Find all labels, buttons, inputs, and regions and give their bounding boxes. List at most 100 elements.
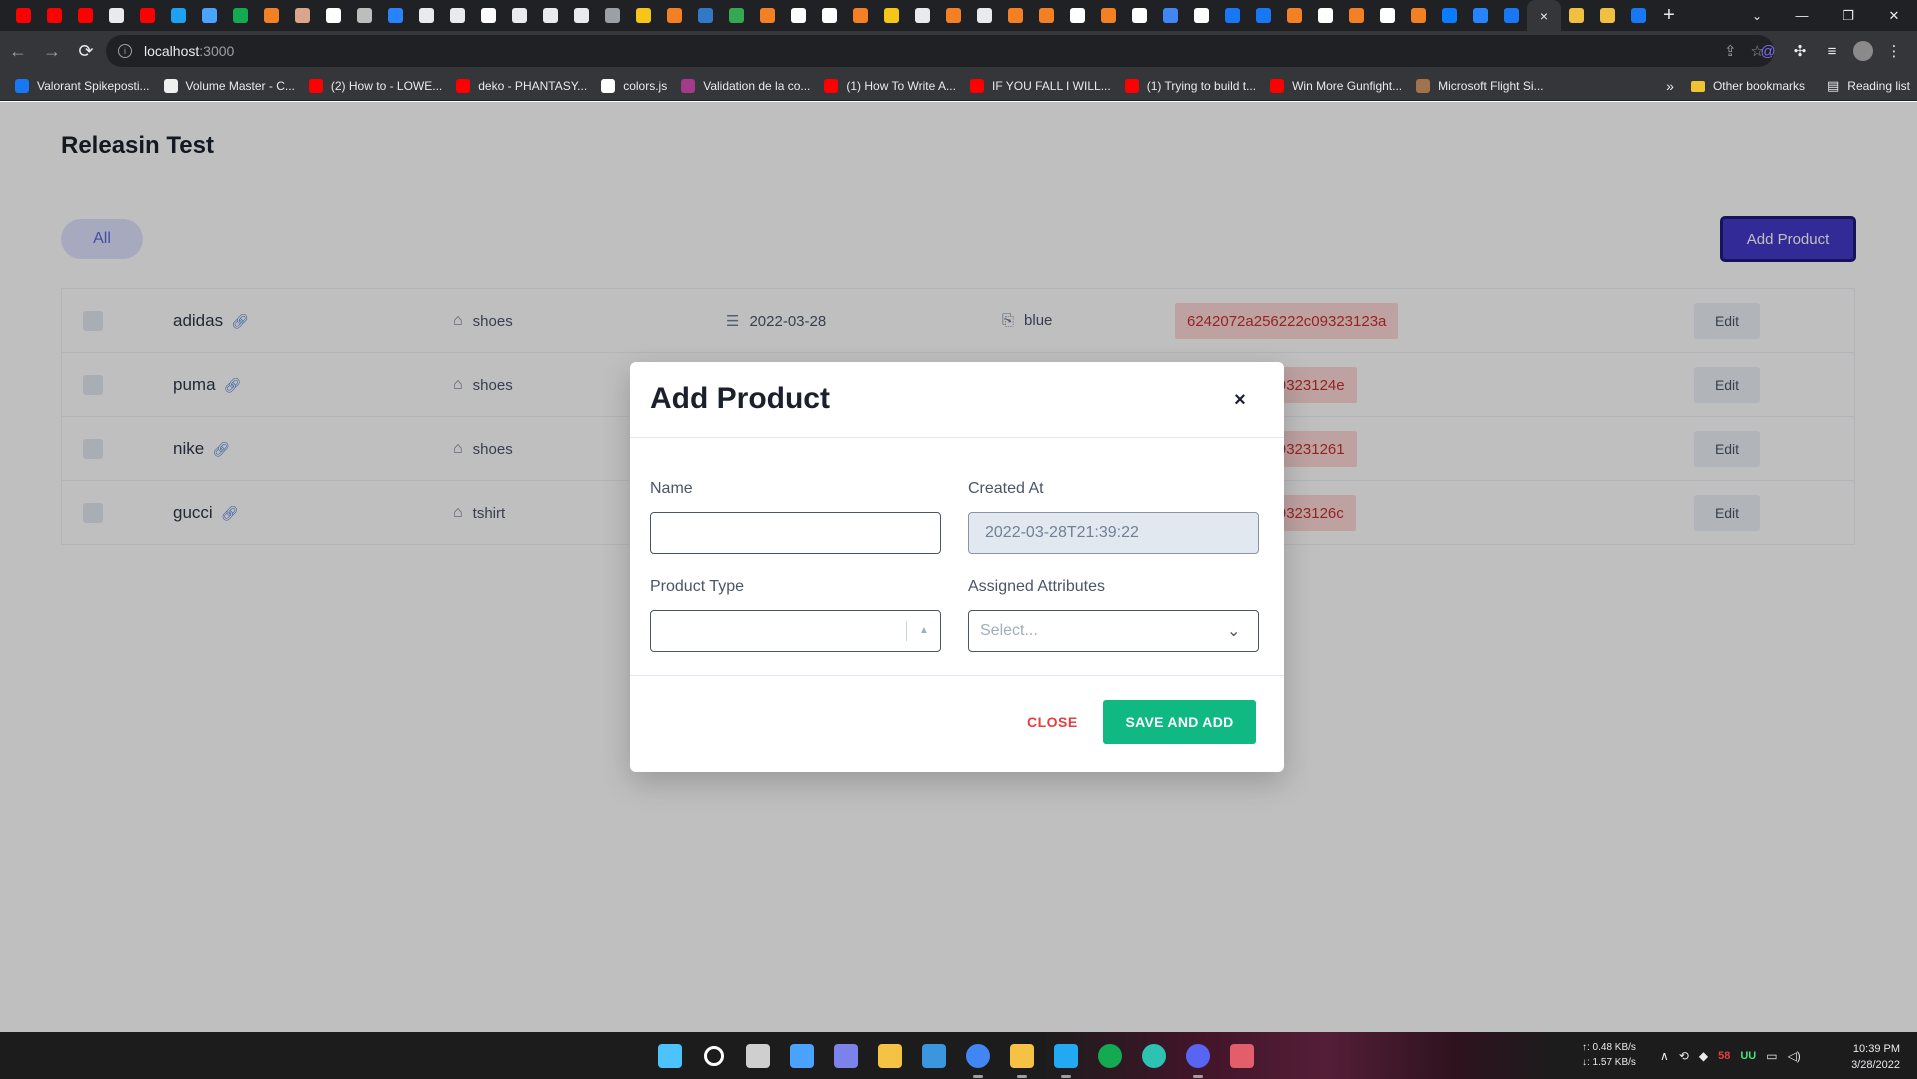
save-and-add-button[interactable]: SAVE AND ADD [1103, 700, 1256, 744]
bookmark-item[interactable]: (2) How to - LOWE... [302, 73, 449, 99]
address-bar[interactable]: i localhost:3000 ⇪ ☆ [106, 35, 1774, 67]
tab[interactable] [1031, 0, 1062, 31]
sync-icon[interactable]: ⟲ [1679, 1049, 1689, 1063]
tab[interactable] [690, 0, 721, 31]
tab[interactable] [442, 0, 473, 31]
browser-menu-icon[interactable]: ⋮ [1883, 40, 1905, 62]
minimize-button[interactable]: — [1779, 0, 1825, 31]
bookmark-item[interactable]: colors.js [594, 73, 674, 99]
tab[interactable] [163, 0, 194, 31]
tab[interactable] [566, 0, 597, 31]
assigned-attributes-select[interactable]: Select... ⌄ [968, 610, 1259, 652]
tab[interactable] [969, 0, 1000, 31]
tray-red-badge[interactable]: 58 [1718, 1050, 1730, 1062]
tab[interactable] [1434, 0, 1465, 31]
bookmark-item[interactable]: Microsoft Flight Si... [1409, 73, 1550, 99]
taskbar-app[interactable] [787, 1041, 817, 1071]
tab[interactable] [752, 0, 783, 31]
tab[interactable] [318, 0, 349, 31]
tab[interactable] [8, 0, 39, 31]
tab[interactable] [1310, 0, 1341, 31]
tab[interactable] [132, 0, 163, 31]
tab[interactable] [1561, 0, 1592, 31]
share-icon[interactable]: ⇪ [1724, 42, 1737, 60]
site-info-icon[interactable]: i [118, 44, 132, 58]
tab[interactable] [1372, 0, 1403, 31]
taskbar-app[interactable] [831, 1041, 861, 1071]
forward-button[interactable]: → [36, 35, 68, 67]
volume-icon[interactable]: ◁) [1788, 1049, 1801, 1063]
taskbar-app[interactable] [1183, 1041, 1213, 1078]
gamepad-icon[interactable]: ◆ [1699, 1049, 1708, 1063]
tab[interactable] [721, 0, 752, 31]
tab[interactable] [1496, 0, 1527, 31]
system-clock[interactable]: 10:39 PM 3/28/2022 [1840, 1041, 1900, 1073]
network-icon[interactable]: ▭ [1766, 1049, 1777, 1063]
taskbar-app[interactable] [919, 1041, 949, 1071]
taskbar-app[interactable] [699, 1041, 729, 1071]
taskbar-app[interactable] [655, 1041, 685, 1071]
taskbar-app[interactable] [1227, 1041, 1257, 1071]
tab[interactable] [504, 0, 535, 31]
close-tab-icon[interactable]: × [1540, 8, 1548, 24]
tab[interactable] [845, 0, 876, 31]
reading-list-button[interactable]: ▤ Reading list [1820, 73, 1917, 99]
tab[interactable] [1403, 0, 1434, 31]
tab[interactable] [907, 0, 938, 31]
tab[interactable] [101, 0, 132, 31]
tab[interactable] [287, 0, 318, 31]
tab[interactable] [659, 0, 690, 31]
tab[interactable] [473, 0, 504, 31]
bookmark-item[interactable]: Volume Master - C... [157, 73, 302, 99]
tab[interactable] [1093, 0, 1124, 31]
tab[interactable] [1217, 0, 1248, 31]
active-tab[interactable]: × [1527, 0, 1561, 31]
taskbar-app[interactable] [1007, 1041, 1037, 1078]
tab[interactable] [1062, 0, 1093, 31]
extensions-puzzle-icon[interactable]: ✣ [1789, 40, 1811, 62]
tab[interactable] [380, 0, 411, 31]
tab[interactable] [256, 0, 287, 31]
tab-search-icon[interactable]: ⌄ [1742, 0, 1772, 31]
tab[interactable] [535, 0, 566, 31]
taskbar-app[interactable] [1139, 1041, 1169, 1071]
taskbar-app[interactable] [1051, 1041, 1081, 1078]
tab[interactable] [1124, 0, 1155, 31]
tab[interactable] [349, 0, 380, 31]
tab[interactable] [39, 0, 70, 31]
extension-at-icon[interactable]: @ [1757, 40, 1779, 62]
tab[interactable] [628, 0, 659, 31]
tab[interactable] [1000, 0, 1031, 31]
close-window-button[interactable]: ✕ [1871, 0, 1917, 31]
tab[interactable] [876, 0, 907, 31]
tab[interactable] [70, 0, 101, 31]
tab[interactable] [411, 0, 442, 31]
close-button[interactable]: CLOSE [1027, 714, 1078, 730]
close-icon[interactable]: × [1230, 389, 1250, 411]
taskbar-app[interactable] [963, 1041, 993, 1078]
back-button[interactable]: ← [2, 35, 34, 67]
bookmark-item[interactable]: (1) Trying to build t... [1118, 73, 1263, 99]
tab[interactable] [225, 0, 256, 31]
bookmark-item[interactable]: deko - PHANTASY... [449, 73, 594, 99]
taskbar-app[interactable] [1095, 1041, 1125, 1071]
new-tab-button[interactable]: + [1654, 0, 1684, 31]
tab[interactable] [1279, 0, 1310, 31]
product-type-select[interactable]: ▲ [650, 610, 941, 652]
restore-button[interactable]: ❐ [1825, 0, 1871, 31]
tab[interactable] [1465, 0, 1496, 31]
tab[interactable] [597, 0, 628, 31]
tab[interactable] [814, 0, 845, 31]
media-control-icon[interactable]: ≡ [1821, 40, 1843, 62]
tab[interactable] [1248, 0, 1279, 31]
bookmark-item[interactable]: (1) How To Write A... [817, 73, 963, 99]
tab[interactable] [1155, 0, 1186, 31]
tab[interactable] [194, 0, 225, 31]
more-bookmarks-button[interactable]: » [1656, 78, 1684, 94]
profile-avatar[interactable] [1853, 41, 1873, 61]
tab[interactable] [1592, 0, 1623, 31]
tab[interactable] [1623, 0, 1654, 31]
tab[interactable] [938, 0, 969, 31]
taskbar-app[interactable] [875, 1041, 905, 1071]
reload-button[interactable]: ⟳ [70, 35, 102, 67]
